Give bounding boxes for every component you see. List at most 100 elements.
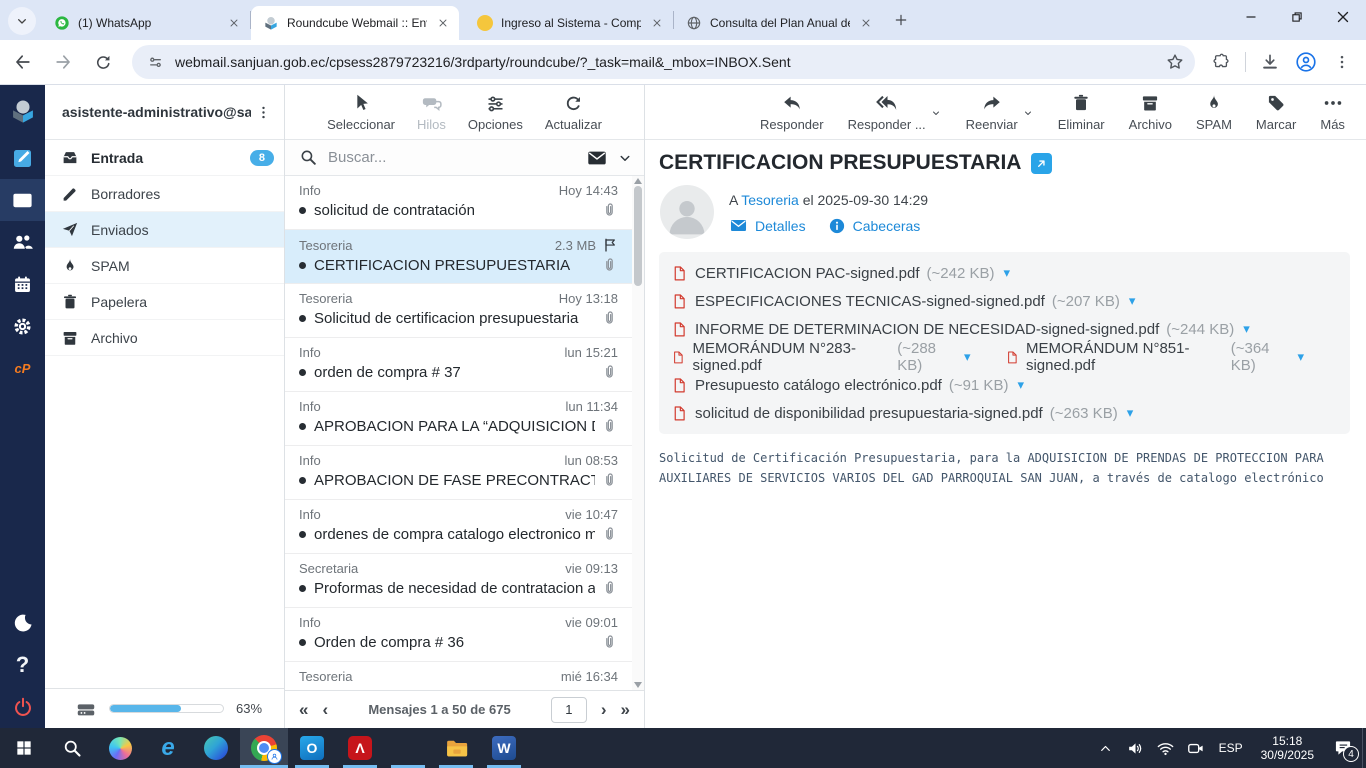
attachment[interactable]: MEMORÁNDUM N°851-signed.pdf (~364 KB) ▾: [1005, 340, 1304, 374]
tab-roundcube[interactable]: Roundcube Webmail :: Enviados: [251, 6, 459, 40]
archive-button[interactable]: Archivo: [1129, 91, 1172, 132]
attachment[interactable]: CERTIFICACION PAC-signed.pdf (~242 KB) ▾: [671, 265, 1010, 282]
list-item[interactable]: Secretaria vie 09:13 Proformas de necesid…: [285, 554, 644, 608]
reply-all-caret-icon[interactable]: [930, 107, 942, 119]
reply-button[interactable]: Responder: [760, 91, 824, 132]
firefox-icon[interactable]: [384, 728, 432, 768]
tab-close-icon[interactable]: [226, 15, 242, 31]
tray-chevron-up-icon[interactable]: [1091, 728, 1121, 768]
attachment[interactable]: INFORME DE DETERMINACION DE NECESIDAD-si…: [671, 321, 1250, 338]
list-item-selected[interactable]: Tesoreria 2.3 MB CERTIFICACION PRESUPUEST…: [285, 230, 644, 284]
list-item[interactable]: Info vie 10:47 ordenes de compra catalogo…: [285, 500, 644, 554]
list-item[interactable]: Tesoreria Hoy 13:18 Solicitud de certific…: [285, 284, 644, 338]
address-bar[interactable]: webmail.sanjuan.gob.ec/cpsess2879723216/…: [132, 45, 1195, 79]
account-menu-icon[interactable]: [251, 100, 276, 125]
list-item[interactable]: Info lun 08:53 APROBACION DE FASE PRECONT…: [285, 446, 644, 500]
close-button[interactable]: [1320, 0, 1366, 34]
tab-close-icon[interactable]: [649, 15, 665, 31]
open-in-new-window-icon[interactable]: [1031, 152, 1053, 174]
attachment[interactable]: ESPECIFICACIONES TECNICAS-signed-signed.…: [671, 293, 1135, 310]
clock[interactable]: 15:18 30/9/2025: [1251, 734, 1324, 762]
list-item[interactable]: Info lun 15:21 orden de compra # 37: [285, 338, 644, 392]
browser-menu-icon[interactable]: [1326, 46, 1358, 78]
acrobat-icon[interactable]: Λ: [336, 728, 384, 768]
scroll-up-arrow[interactable]: [634, 178, 642, 184]
tab-whatsapp[interactable]: (1) WhatsApp: [42, 6, 250, 40]
attachment[interactable]: solicitud de disponibilidad presupuestar…: [671, 405, 1133, 422]
attachment[interactable]: MEMORÁNDUM N°283-signed.pdf (~288 KB) ▾: [671, 340, 971, 374]
folder-archivo[interactable]: Archivo: [45, 320, 284, 356]
internet-explorer-icon[interactable]: e: [144, 728, 192, 768]
mail-nav-icon[interactable]: [0, 179, 45, 221]
extensions-icon[interactable]: [1205, 46, 1237, 78]
folder-entrada[interactable]: Entrada 8: [45, 140, 284, 176]
select-button[interactable]: Seleccionar: [327, 91, 395, 132]
site-settings-icon[interactable]: [146, 53, 165, 72]
dark-mode-icon[interactable]: [0, 602, 45, 644]
edge-icon[interactable]: [192, 728, 240, 768]
folder-borradores[interactable]: Borradores: [45, 176, 284, 212]
last-page-button[interactable]: »: [621, 700, 630, 720]
calendar-nav-icon[interactable]: [0, 263, 45, 305]
copilot-icon[interactable]: [96, 728, 144, 768]
downloads-icon[interactable]: [1254, 46, 1286, 78]
bookmark-star-icon[interactable]: [1165, 52, 1185, 72]
tab-search-button[interactable]: [8, 7, 36, 35]
roundcube-logo[interactable]: [0, 85, 45, 137]
help-icon[interactable]: ?: [0, 644, 45, 686]
logout-icon[interactable]: [0, 686, 45, 728]
language-indicator[interactable]: ESP: [1211, 741, 1251, 755]
scrollbar-thumb[interactable]: [634, 186, 642, 286]
headers-toggle[interactable]: Cabeceras: [828, 217, 920, 235]
notification-center-icon[interactable]: 4: [1324, 728, 1362, 768]
back-button[interactable]: [6, 45, 40, 79]
tab-plan-anual[interactable]: Consulta del Plan Anual de Con: [674, 6, 882, 40]
cpanel-icon[interactable]: cP: [0, 347, 45, 389]
url-text[interactable]: webmail.sanjuan.gob.ec/cpsess2879723216/…: [175, 54, 1165, 70]
tab-close-icon[interactable]: [858, 15, 874, 31]
profile-icon[interactable]: [1290, 46, 1322, 78]
forward-button[interactable]: Reenviar: [966, 91, 1018, 132]
folder-papelera[interactable]: Papelera: [45, 284, 284, 320]
settings-nav-icon[interactable]: [0, 305, 45, 347]
delete-button[interactable]: Eliminar: [1058, 91, 1105, 132]
taskbar-search-button[interactable]: [48, 728, 96, 768]
forward-button[interactable]: [46, 45, 80, 79]
forward-caret-icon[interactable]: [1022, 107, 1034, 119]
reply-all-button[interactable]: Responder ...: [848, 91, 926, 132]
chrome-taskbar-icon[interactable]: [240, 728, 288, 768]
contacts-nav-icon[interactable]: [0, 221, 45, 263]
attachment-menu-caret-icon[interactable]: ▾: [1129, 293, 1136, 309]
file-explorer-icon[interactable]: [432, 728, 480, 768]
outlook-icon[interactable]: O: [288, 728, 336, 768]
reload-button[interactable]: [86, 45, 120, 79]
show-desktop-button[interactable]: [1362, 728, 1366, 768]
list-item[interactable]: Info lun 11:34 APROBACION PARA LA “ADQUIS…: [285, 392, 644, 446]
next-page-button[interactable]: ›: [601, 700, 607, 720]
list-item[interactable]: Info Hoy 14:43 solicitud de contratación: [285, 176, 644, 230]
page-number-input[interactable]: [550, 696, 587, 723]
options-button[interactable]: Opciones: [468, 91, 523, 132]
start-button[interactable]: [0, 728, 48, 768]
wifi-icon[interactable]: [1151, 728, 1181, 768]
mark-button[interactable]: Marcar: [1256, 91, 1296, 132]
tab-close-icon[interactable]: [435, 15, 451, 31]
new-tab-button[interactable]: [888, 7, 914, 33]
more-button[interactable]: Más: [1320, 91, 1345, 132]
tab-compras-publicas[interactable]: Ingreso al Sistema - Compras P: [465, 6, 673, 40]
threads-button[interactable]: Hilos: [417, 91, 446, 132]
word-icon[interactable]: W: [480, 728, 528, 768]
restore-button[interactable]: [1274, 0, 1320, 34]
search-scope-envelope-icon[interactable]: [586, 147, 608, 169]
prev-page-button[interactable]: ‹: [322, 700, 328, 720]
minimize-button[interactable]: [1228, 0, 1274, 34]
folder-enviados[interactable]: Enviados: [45, 212, 284, 248]
list-scrollbar[interactable]: [632, 176, 644, 690]
attachment-menu-caret-icon[interactable]: ▾: [964, 349, 971, 365]
details-toggle[interactable]: Detalles: [729, 216, 806, 235]
attachment-menu-caret-icon[interactable]: ▾: [1003, 265, 1010, 281]
attachment-menu-caret-icon[interactable]: ▾: [1017, 377, 1024, 393]
refresh-button[interactable]: Actualizar: [545, 91, 602, 132]
list-item[interactable]: Info vie 09:01 Orden de compra # 36: [285, 608, 644, 662]
first-page-button[interactable]: «: [299, 700, 308, 720]
